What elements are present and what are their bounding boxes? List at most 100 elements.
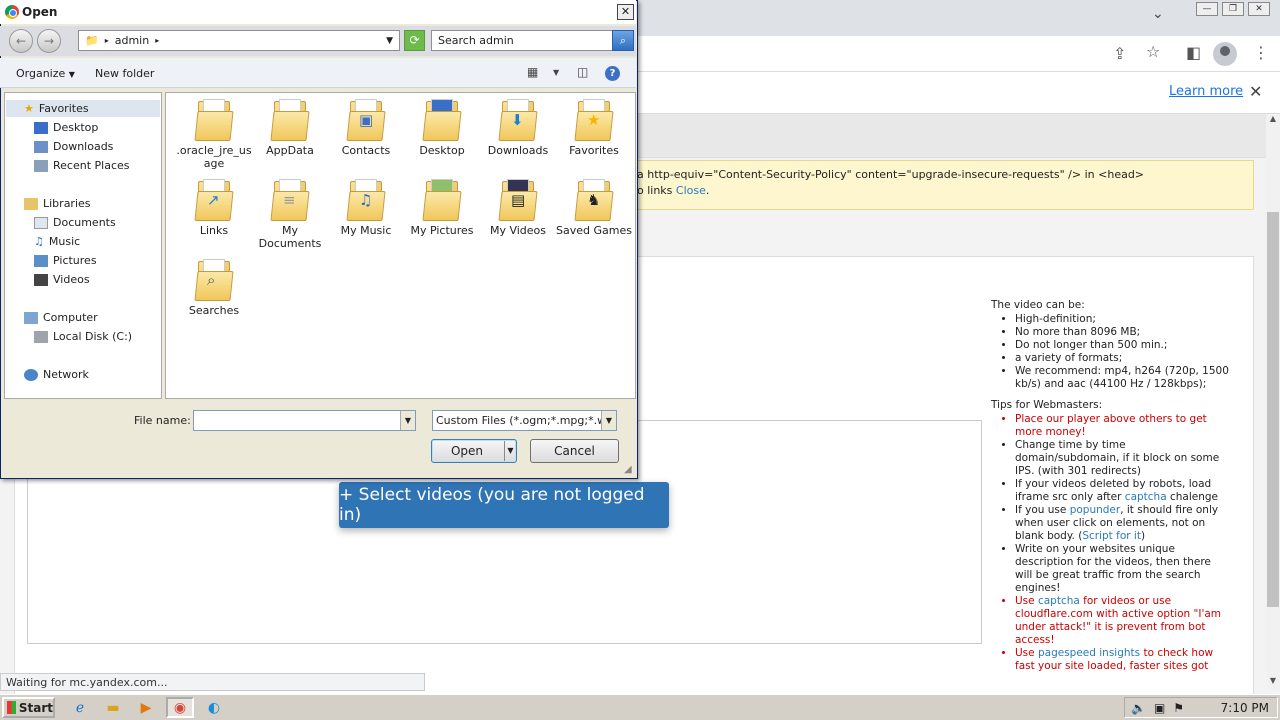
- nav-downloads[interactable]: Downloads: [34, 140, 113, 153]
- close-icon[interactable]: ✕: [1248, 2, 1270, 16]
- list-item: We recommend: mp4, h264 (720p, 1500 kb/s…: [1015, 365, 1231, 391]
- scroll-up-icon[interactable]: ▲: [1266, 114, 1280, 128]
- games-folder-icon: ♞: [574, 177, 614, 221]
- notification-icon[interactable]: ⚑: [1173, 701, 1184, 715]
- list-item: Use pagespeed insights to check how fast…: [1015, 647, 1231, 673]
- nav-music[interactable]: ♫ Music: [34, 235, 80, 248]
- refresh-icon[interactable]: ⟳: [404, 30, 425, 51]
- captcha-link[interactable]: captcha: [1038, 595, 1080, 607]
- folder-item[interactable]: ⬇ Downloads: [478, 97, 558, 157]
- dialog-title: Open: [22, 5, 58, 19]
- menu-icon[interactable]: ⋮: [1253, 43, 1269, 62]
- folder-label: My Videos: [489, 224, 547, 237]
- user-folder-icon: 📁: [85, 34, 99, 47]
- documents-icon: [34, 216, 48, 229]
- folder-item[interactable]: .oracle_jre_usage: [174, 97, 254, 170]
- scroll-down-icon[interactable]: ▼: [1266, 676, 1280, 690]
- new-folder-button[interactable]: New folder: [95, 67, 154, 80]
- preview-pane-icon[interactable]: ◫: [577, 65, 588, 79]
- restore-icon[interactable]: ❐: [1222, 2, 1244, 16]
- folder-item[interactable]: Desktop: [402, 97, 482, 157]
- learn-more-link[interactable]: Learn more: [1169, 84, 1243, 99]
- share-icon[interactable]: ⇪: [1113, 44, 1126, 63]
- nav-libraries[interactable]: Libraries: [24, 197, 91, 210]
- list-item: Use captcha for videos or use cloudflare…: [1015, 595, 1231, 647]
- profile-avatar[interactable]: [1213, 42, 1237, 66]
- chevron-down-icon[interactable]: ▼: [386, 36, 393, 46]
- captcha-link[interactable]: captcha: [1125, 491, 1167, 503]
- help-icon[interactable]: ?: [605, 66, 620, 81]
- folder-item[interactable]: ≡ My Documents: [250, 177, 330, 250]
- file-type-select[interactable]: Custom Files (*.ogm;*.mpg;*.w: [432, 410, 617, 431]
- ie-icon[interactable]: ℯ: [66, 697, 94, 718]
- nav-recent-places[interactable]: Recent Places: [34, 159, 130, 172]
- list-item: Write on your websites unique descriptio…: [1015, 543, 1231, 595]
- recent-places-icon: [34, 159, 48, 172]
- explorer-icon[interactable]: ▬: [99, 697, 127, 718]
- tab-search-icon[interactable]: ⌄: [1152, 6, 1164, 22]
- folder-label: My Pictures: [410, 224, 474, 237]
- start-button[interactable]: Start: [2, 697, 55, 718]
- bookmark-star-icon[interactable]: ☆: [1146, 42, 1160, 61]
- resize-grip-icon[interactable]: ◢: [624, 464, 632, 475]
- star-icon: ★: [24, 102, 34, 115]
- folder-item[interactable]: ♞ Saved Games: [554, 177, 634, 237]
- downloads-folder-icon: ⬇: [498, 97, 538, 141]
- windows-logo-icon: [7, 701, 16, 714]
- nav-desktop[interactable]: Desktop: [34, 121, 98, 134]
- scrollbar-thumb[interactable]: [1267, 212, 1279, 607]
- view-options-icon[interactable]: ▦: [527, 65, 538, 79]
- clock[interactable]: 7:10 PM: [1221, 701, 1277, 715]
- nav-videos[interactable]: Videos: [34, 273, 90, 286]
- contacts-folder-icon: ▣: [346, 97, 386, 141]
- script-link[interactable]: Script for it: [1082, 530, 1141, 542]
- favorites-folder-icon: ★: [574, 97, 614, 141]
- chrome-icon[interactable]: ◉: [166, 697, 194, 718]
- chevron-down-icon[interactable]: ▼: [553, 68, 559, 77]
- folder-item[interactable]: ▤ My Videos: [478, 177, 558, 237]
- folder-item[interactable]: ♫ My Music: [326, 177, 406, 237]
- warning-close-link[interactable]: Close: [676, 184, 706, 197]
- nav-local-disk[interactable]: Local Disk (C:): [34, 330, 132, 343]
- folder-item[interactable]: My Pictures: [402, 177, 482, 237]
- chevron-down-icon[interactable]: ▼: [601, 411, 616, 430]
- organize-button[interactable]: Organize ▼: [16, 67, 75, 80]
- search-input[interactable]: Search admin: [431, 30, 634, 51]
- pictures-icon: [34, 254, 48, 267]
- network-icon[interactable]: ▣: [1154, 701, 1165, 715]
- minimize-icon[interactable]: —: [1196, 2, 1218, 16]
- chevron-down-icon[interactable]: ▼: [504, 441, 516, 461]
- side-panel-icon[interactable]: ◧: [1186, 43, 1201, 62]
- nav-computer[interactable]: Computer: [24, 311, 98, 324]
- chevron-right-icon[interactable]: ▸: [155, 36, 159, 45]
- cancel-button[interactable]: Cancel: [530, 439, 619, 463]
- media-player-icon[interactable]: ▶: [132, 697, 160, 718]
- list-item: High-definition;: [1015, 313, 1231, 326]
- nav-documents[interactable]: Documents: [34, 216, 116, 229]
- nav-favorites[interactable]: ★ Favorites: [6, 100, 160, 117]
- dialog-close-icon[interactable]: ✕: [617, 4, 634, 20]
- back-icon[interactable]: ←: [9, 29, 33, 53]
- volume-icon[interactable]: 🔈: [1131, 701, 1146, 715]
- disk-icon: [34, 330, 48, 343]
- folder-item[interactable]: ⌕ Searches: [174, 257, 254, 317]
- nav-pictures[interactable]: Pictures: [34, 254, 97, 267]
- pagespeed-link[interactable]: pagespeed insights: [1038, 647, 1140, 659]
- folder-item[interactable]: AppData: [250, 97, 330, 157]
- chevron-down-icon[interactable]: ▼: [400, 411, 415, 430]
- address-bar[interactable]: 📁 ▸ admin ▸ ▼: [78, 30, 400, 51]
- infobar-close-icon[interactable]: ✕: [1249, 82, 1262, 101]
- select-videos-button[interactable]: + Select videos (you are not logged in): [339, 482, 669, 528]
- file-name-input[interactable]: [193, 410, 416, 431]
- links-folder-icon: ↗: [194, 177, 234, 221]
- folder-item[interactable]: ↗ Links: [174, 177, 254, 237]
- nav-network[interactable]: Network: [24, 368, 89, 381]
- edge-icon[interactable]: ◐: [200, 697, 228, 718]
- dialog-titlebar[interactable]: Open: [0, 0, 636, 24]
- search-icon[interactable]: ⌕: [612, 30, 634, 51]
- forward-icon[interactable]: →: [37, 29, 61, 53]
- popunder-link[interactable]: popunder: [1070, 504, 1121, 516]
- chevron-right-icon[interactable]: ▸: [105, 36, 109, 45]
- folder-item[interactable]: ▣ Contacts: [326, 97, 406, 157]
- folder-item[interactable]: ★ Favorites: [554, 97, 634, 157]
